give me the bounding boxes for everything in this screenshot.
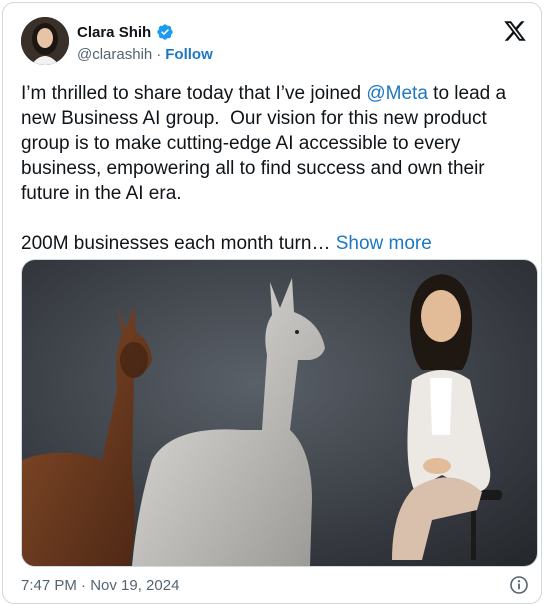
author-handle[interactable]: @clarashih: [77, 46, 152, 63]
tweet-photo[interactable]: [21, 259, 538, 567]
author-avatar[interactable]: [21, 17, 69, 65]
info-icon[interactable]: [509, 575, 529, 595]
show-more-link[interactable]: Show more: [336, 233, 432, 254]
tweet-text-part: to lead a new Business AI group. Our vis…: [21, 83, 507, 254]
meta-mention-link[interactable]: @Meta: [366, 83, 428, 104]
author-name[interactable]: Clara Shih: [77, 24, 151, 41]
x-logo-icon[interactable]: [503, 19, 527, 43]
verified-badge-icon: [156, 23, 174, 41]
tweet-text: I’m thrilled to share today that I’ve jo…: [21, 81, 535, 256]
handle-separator: ·: [156, 46, 162, 63]
follow-button[interactable]: Follow: [165, 46, 213, 63]
tweet-card: Clara Shih @clarashih · Follow I’m thril…: [2, 2, 542, 604]
tweet-timestamp[interactable]: 7:47 PM · Nov 19, 2024: [21, 577, 179, 594]
tweet-text-part: I’m thrilled to share today that I’ve jo…: [21, 83, 367, 104]
